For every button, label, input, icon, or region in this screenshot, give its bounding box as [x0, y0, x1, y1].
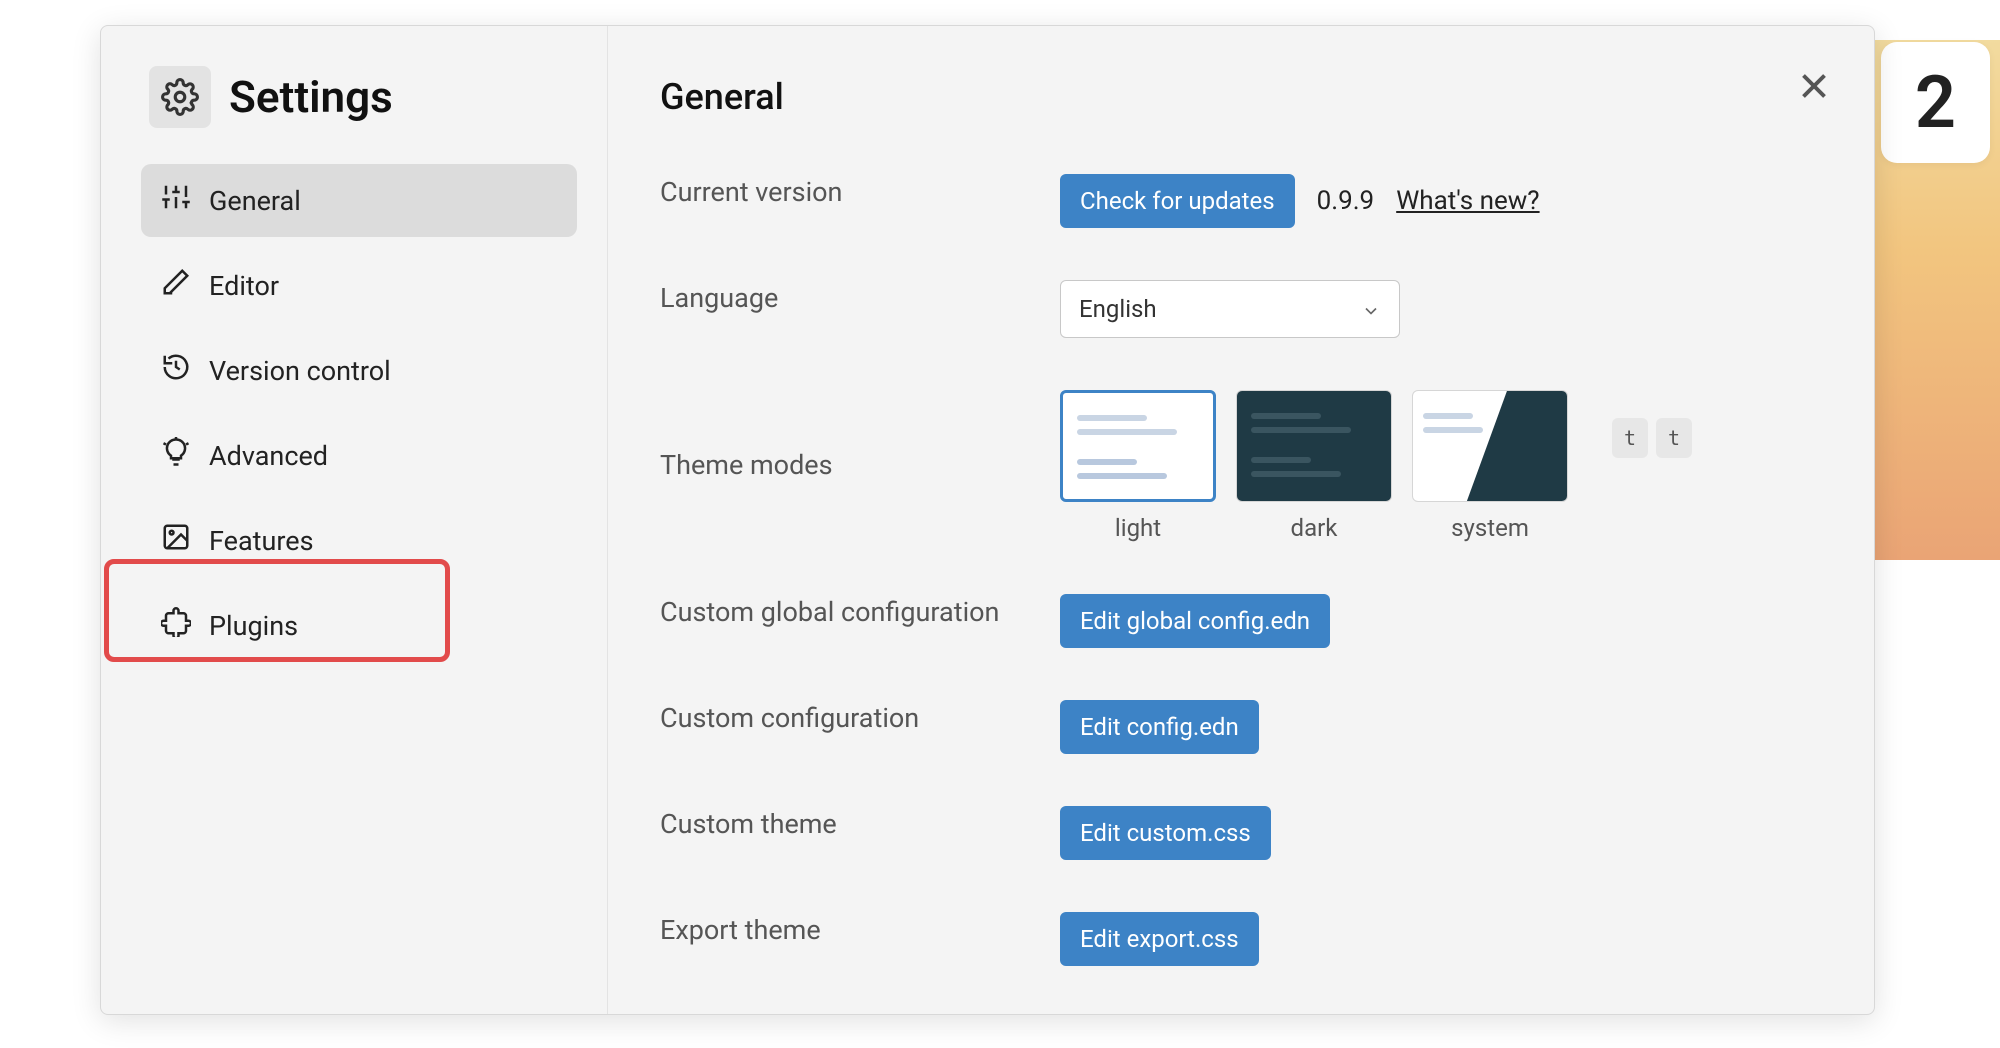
row-custom-theme: Custom theme Edit custom.css [660, 806, 1804, 860]
row-theme-modes: Theme modes light [660, 390, 1804, 542]
sidebar-item-features[interactable]: Features [141, 504, 577, 577]
theme-label-light: light [1115, 514, 1161, 542]
theme-label-system: system [1451, 514, 1529, 542]
whats-new-link[interactable]: What's new? [1396, 186, 1539, 216]
sidebar-item-label: Features [209, 525, 314, 557]
sidebar-item-advanced[interactable]: Advanced [141, 419, 577, 492]
sidebar-item-label: General [209, 185, 301, 217]
language-selected-value: English [1079, 295, 1157, 323]
sidebar-item-editor[interactable]: Editor [141, 249, 577, 322]
theme-thumb-dark [1236, 390, 1392, 502]
label-custom-config: Custom configuration [660, 700, 1060, 738]
gear-icon [149, 66, 211, 128]
puzzle-icon [161, 607, 191, 644]
theme-thumb-light [1060, 390, 1216, 502]
sidebar-item-label: Editor [209, 270, 279, 302]
image-icon [161, 522, 191, 559]
content-heading: General [660, 76, 1804, 118]
check-updates-button[interactable]: Check for updates [1060, 174, 1295, 228]
edit-custom-css-button[interactable]: Edit custom.css [1060, 806, 1271, 860]
settings-title-row: Settings [149, 66, 577, 128]
sidebar-item-label: Plugins [209, 610, 298, 642]
sliders-icon [161, 182, 191, 219]
close-button[interactable] [1792, 64, 1836, 108]
theme-option-dark[interactable]: dark [1236, 390, 1392, 542]
row-global-config: Custom global configuration Edit global … [660, 594, 1804, 648]
row-current-version: Current version Check for updates 0.9.9 … [660, 174, 1804, 228]
label-global-config: Custom global configuration [660, 594, 1060, 632]
version-value: 0.9.9 [1317, 186, 1375, 216]
shortcut-pill[interactable]: t [1656, 418, 1692, 458]
edit-global-config-button[interactable]: Edit global config.edn [1060, 594, 1330, 648]
settings-modal: Settings General Editor Version control … [100, 25, 1875, 1015]
row-custom-config: Custom configuration Edit config.edn [660, 700, 1804, 754]
chevron-down-icon [1361, 299, 1381, 319]
label-theme-modes: Theme modes [660, 447, 1060, 485]
bulb-icon [161, 437, 191, 474]
label-current-version: Current version [660, 174, 1060, 212]
label-export-theme: Export theme [660, 912, 1060, 950]
language-select[interactable]: English [1060, 280, 1400, 338]
row-export-theme: Export theme Edit export.css [660, 912, 1804, 966]
label-custom-theme: Custom theme [660, 806, 1060, 844]
sidebar-item-label: Advanced [209, 440, 328, 472]
sidebar-item-general[interactable]: General [141, 164, 577, 237]
settings-title: Settings [229, 71, 393, 123]
date-badge: 2 [1881, 42, 1990, 163]
settings-sidebar: Settings General Editor Version control … [101, 26, 608, 1014]
label-language: Language [660, 280, 1060, 318]
theme-label-dark: dark [1291, 514, 1338, 542]
history-icon [161, 352, 191, 389]
sidebar-item-plugins[interactable]: Plugins [141, 589, 577, 662]
sidebar-item-label: Version control [209, 355, 391, 387]
row-language: Language English [660, 280, 1804, 338]
theme-thumb-system [1412, 390, 1568, 502]
shortcut-pill[interactable]: t [1612, 418, 1648, 458]
settings-nav: General Editor Version control Advanced … [141, 164, 577, 662]
theme-option-light[interactable]: light [1060, 390, 1216, 542]
edit-config-button[interactable]: Edit config.edn [1060, 700, 1259, 754]
theme-option-system[interactable]: system [1412, 390, 1568, 542]
theme-shortcut-pills: t t [1612, 418, 1692, 458]
settings-content: General Current version Check for update… [608, 26, 1874, 1014]
sidebar-item-version-control[interactable]: Version control [141, 334, 577, 407]
edit-export-css-button[interactable]: Edit export.css [1060, 912, 1259, 966]
pencil-icon [161, 267, 191, 304]
